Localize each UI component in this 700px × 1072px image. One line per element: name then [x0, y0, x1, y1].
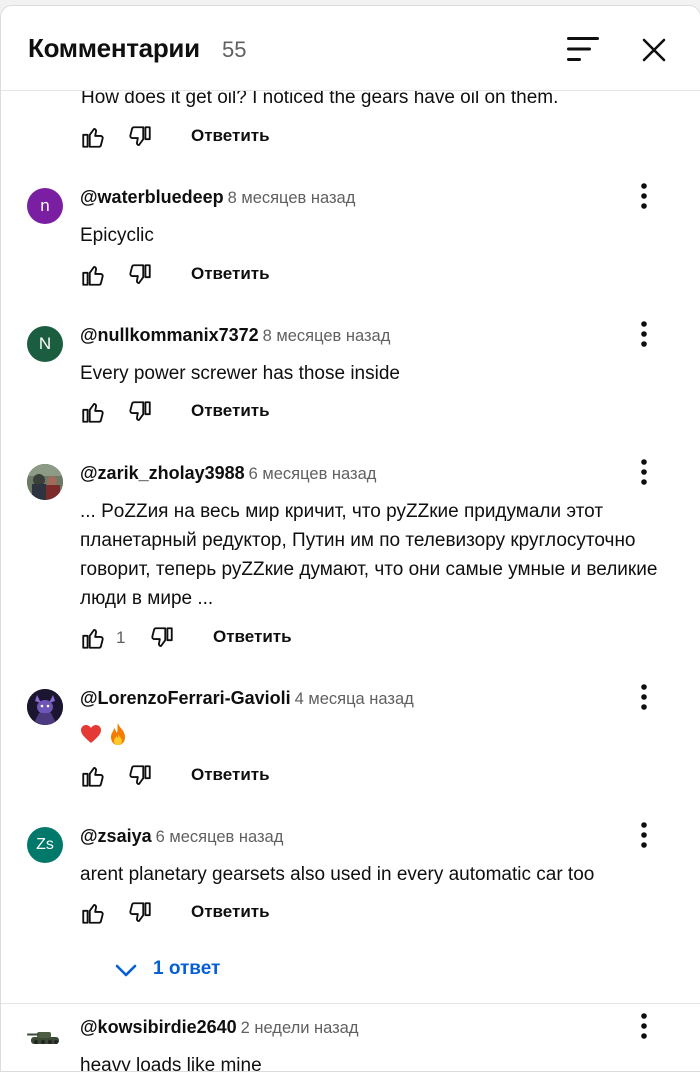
dislike-icon[interactable]	[127, 399, 153, 425]
more-options-icon[interactable]	[633, 1011, 655, 1041]
sort-icon[interactable]	[567, 36, 601, 62]
comment-meta: @LorenzoFerrari-Gavioli 4 месяца назад	[80, 688, 414, 709]
like-icon[interactable]	[80, 124, 106, 150]
comment-text: arent planetary gearsets also used in ev…	[80, 864, 595, 885]
heart-emoji	[80, 724, 102, 753]
comment-meta: @waterbluedeep 8 месяцев назад	[80, 187, 355, 208]
divider	[1, 1003, 700, 1004]
comment-author[interactable]: @zsaiya	[80, 826, 152, 846]
avatar-letter: Zs	[36, 836, 54, 853]
comments-panel: Комментарии 55 How does it get oil? I no…	[0, 5, 700, 1072]
reply-button[interactable]: Ответить	[191, 765, 270, 785]
comment-time[interactable]: 8 месяцев назад	[263, 327, 391, 345]
comment-meta: @kowsibirdie2640 2 недели назад	[80, 1017, 358, 1038]
comment-text: heavy loads like mine	[80, 1055, 262, 1072]
avatar[interactable]: N	[27, 326, 63, 362]
more-options-icon[interactable]	[633, 682, 655, 712]
comment-author[interactable]: @kowsibirdie2640	[80, 1017, 237, 1037]
comment-time[interactable]: 6 месяцев назад	[156, 828, 284, 846]
avatar[interactable]: Zs	[27, 827, 63, 863]
avatar[interactable]	[27, 464, 63, 500]
dislike-icon[interactable]	[149, 625, 175, 651]
comments-count: 55	[222, 37, 247, 62]
comment-author[interactable]: @zarik_zholay3988	[80, 463, 245, 483]
comments-header: Комментарии 55	[1, 6, 700, 91]
comment-text: Epicyclic	[80, 225, 154, 246]
reply-button[interactable]: Ответить	[213, 627, 292, 647]
more-options-icon[interactable]	[633, 181, 655, 211]
dislike-icon[interactable]	[127, 900, 153, 926]
avatar[interactable]	[27, 1018, 63, 1054]
avatar[interactable]: n	[27, 188, 63, 224]
avatar-letter: n	[40, 196, 50, 215]
more-options-icon[interactable]	[633, 319, 655, 349]
dislike-icon[interactable]	[127, 262, 153, 288]
like-icon[interactable]	[80, 763, 106, 789]
tank-avatar-image	[27, 1018, 63, 1054]
chevron-down-icon	[115, 964, 137, 977]
comment-author[interactable]: @nullkommanix7372	[80, 325, 259, 345]
more-options-icon[interactable]	[633, 820, 655, 850]
reply-button[interactable]: Ответить	[191, 126, 270, 146]
comment-meta: @nullkommanix7372 8 месяцев назад	[80, 325, 390, 346]
like-icon[interactable]	[80, 625, 106, 651]
reply-button[interactable]: Ответить	[191, 264, 270, 284]
comments-title: Комментарии	[28, 33, 200, 63]
avatar[interactable]	[27, 689, 63, 725]
like-icon[interactable]	[80, 262, 106, 288]
comment-time[interactable]: 2 недели назад	[241, 1019, 359, 1037]
comment-author[interactable]: @LorenzoFerrari-Gavioli	[80, 688, 291, 708]
reply-button[interactable]: Ответить	[191, 401, 270, 421]
reply-button[interactable]: Ответить	[191, 902, 270, 922]
like-icon[interactable]	[80, 399, 106, 425]
comment-author[interactable]: @waterbluedeep	[80, 187, 224, 207]
replies-count: 1 ответ	[153, 958, 221, 979]
comment-time[interactable]: 4 месяца назад	[295, 690, 414, 708]
close-icon[interactable]	[639, 35, 669, 65]
dislike-icon[interactable]	[127, 124, 153, 150]
avatar-letter: N	[38, 334, 52, 353]
dislike-icon[interactable]	[127, 763, 153, 789]
comment-text	[80, 722, 670, 755]
comment-time[interactable]: 6 месяцев назад	[249, 465, 377, 483]
like-icon[interactable]	[80, 900, 106, 926]
comment-time[interactable]: 8 месяцев назад	[228, 189, 356, 207]
avatar-photo	[27, 464, 63, 500]
comment-text: Every power screwer has those inside	[80, 363, 400, 384]
comment-meta: @zarik_zholay3988 6 месяцев назад	[80, 463, 376, 484]
comment-meta: @zsaiya 6 месяцев назад	[80, 826, 283, 847]
more-options-icon[interactable]	[633, 457, 655, 487]
avatar-photo	[27, 689, 63, 725]
fire-emoji	[108, 722, 128, 755]
like-count: 1	[116, 628, 126, 647]
comment-text: ... PoZZия на весь мир кричит, что руZZк…	[80, 501, 658, 609]
